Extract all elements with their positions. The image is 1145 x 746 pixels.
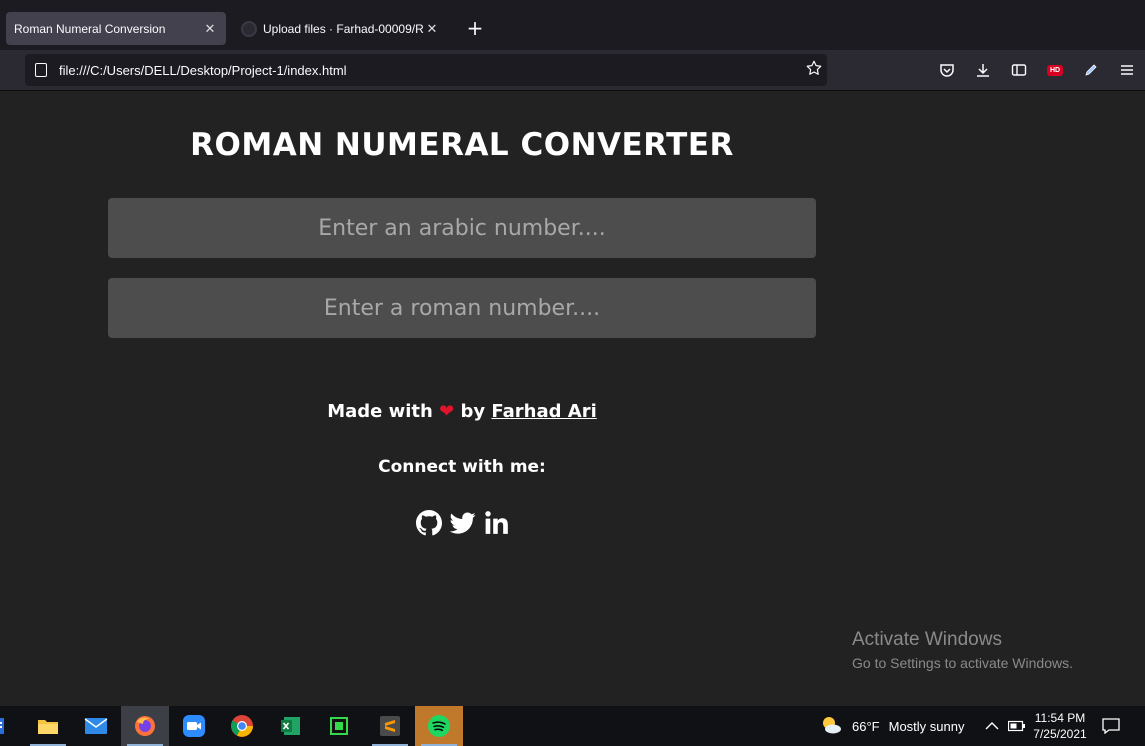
author-link[interactable]: Farhad Ari: [491, 401, 596, 422]
url-text[interactable]: file:///C:/Users/DELL/Desktop/Project-1/…: [59, 63, 801, 78]
tab-label: Roman Numeral Conversion: [14, 21, 166, 36]
tab-upload-files[interactable]: Upload files · Farhad-00009/Ron ✕: [233, 12, 448, 45]
hd-extension-icon[interactable]: HD: [1037, 56, 1073, 84]
roman-number-input[interactable]: [108, 278, 816, 338]
weather-description: Mostly sunny: [888, 718, 965, 734]
battery-icon[interactable]: [1008, 706, 1026, 746]
notification-center-icon[interactable]: [1102, 706, 1120, 746]
github-icon[interactable]: [415, 509, 443, 537]
activate-windows-title: Activate Windows: [852, 629, 1002, 650]
page-content: ROMAN NUMERAL CONVERTER Made with ❤ by F…: [0, 91, 1145, 706]
show-hidden-icons-button[interactable]: [985, 706, 999, 746]
url-bar[interactable]: file:///C:/Users/DELL/Desktop/Project-1/…: [25, 54, 827, 86]
file-explorer-icon[interactable]: [24, 706, 72, 746]
navigation-bar: file:///C:/Users/DELL/Desktop/Project-1/…: [0, 50, 1145, 91]
new-tab-button[interactable]: +: [462, 16, 488, 42]
system-clock[interactable]: 11:54 PM 7/25/2021: [1028, 710, 1092, 742]
excel-app-icon[interactable]: [267, 706, 315, 746]
taskbar: 66°F Mostly sunny 11:54 PM 7/25/2021: [0, 706, 1145, 746]
bookmark-star-icon[interactable]: [801, 59, 827, 81]
toolbar-icons: HD: [929, 56, 1145, 84]
spotify-app-icon[interactable]: [415, 706, 463, 746]
tab-strip: Roman Numeral Conversion ✕ Upload files …: [0, 0, 1145, 50]
word-app-icon[interactable]: [0, 706, 12, 746]
pocket-icon[interactable]: [929, 56, 965, 84]
firefox-app-icon[interactable]: [121, 706, 169, 746]
weather-widget[interactable]: 66°F Mostly sunny: [820, 706, 964, 746]
menu-icon[interactable]: [1109, 56, 1145, 84]
connect-label: Connect with me:: [378, 457, 546, 477]
pen-extension-icon[interactable]: [1073, 56, 1109, 84]
social-links: [415, 509, 511, 537]
activate-windows-subtitle: Go to Settings to activate Windows.: [852, 655, 1073, 671]
github-favicon-icon: [241, 20, 257, 37]
made-with-text: Made with: [327, 401, 433, 422]
clock-date: 7/25/2021: [1033, 727, 1087, 741]
close-tab-icon[interactable]: ✕: [202, 21, 218, 37]
tab-label: Upload files · Farhad-00009/Ron: [263, 21, 424, 36]
partly-sunny-icon: [820, 715, 842, 738]
weather-temperature: 66°F: [852, 718, 880, 734]
reader-view-icon[interactable]: [1001, 56, 1037, 84]
by-text: by: [460, 401, 486, 422]
made-with-line: Made with ❤ by Farhad Ari: [108, 401, 816, 422]
linkedin-icon[interactable]: [483, 509, 511, 537]
clock-time: 11:54 PM: [1034, 711, 1086, 725]
page-title: ROMAN NUMERAL CONVERTER: [190, 127, 734, 163]
sublime-text-app-icon[interactable]: [366, 706, 414, 746]
chip-app-icon[interactable]: [315, 706, 363, 746]
chrome-app-icon[interactable]: [218, 706, 266, 746]
download-icon[interactable]: [965, 56, 1001, 84]
mail-app-icon[interactable]: [72, 706, 120, 746]
arabic-number-input[interactable]: [108, 198, 816, 258]
heart-icon: ❤: [439, 401, 455, 422]
activate-windows-watermark: Activate Windows Go to Settings to activ…: [852, 629, 1073, 671]
twitter-icon[interactable]: [449, 509, 477, 537]
zoom-app-icon[interactable]: [170, 706, 218, 746]
close-tab-icon[interactable]: ✕: [424, 21, 440, 37]
page-icon: [35, 63, 47, 77]
tab-roman-numeral-conversion[interactable]: Roman Numeral Conversion ✕: [6, 12, 226, 45]
